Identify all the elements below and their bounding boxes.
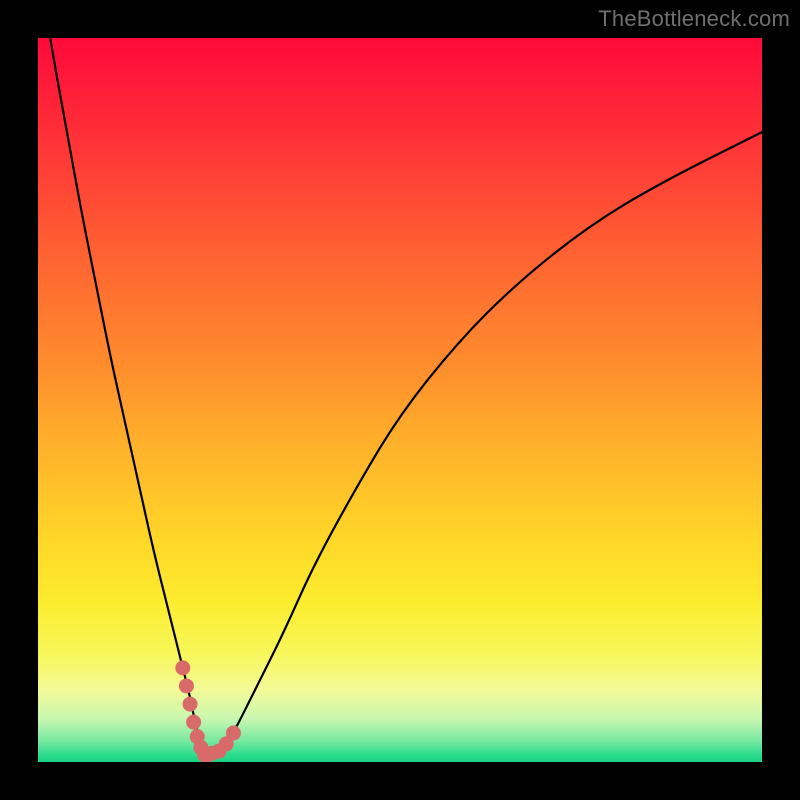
datapoint (187, 715, 201, 729)
watermark-text: TheBottleneck.com (598, 6, 790, 32)
datapoint (183, 697, 197, 711)
bottleneck-curve-svg (38, 38, 762, 762)
datapoint (179, 679, 193, 693)
chart-frame: TheBottleneck.com (0, 0, 800, 800)
plot-area (38, 38, 762, 762)
datapoint (176, 661, 190, 675)
bottleneck-curve-path (38, 38, 762, 755)
datapoint (226, 726, 240, 740)
